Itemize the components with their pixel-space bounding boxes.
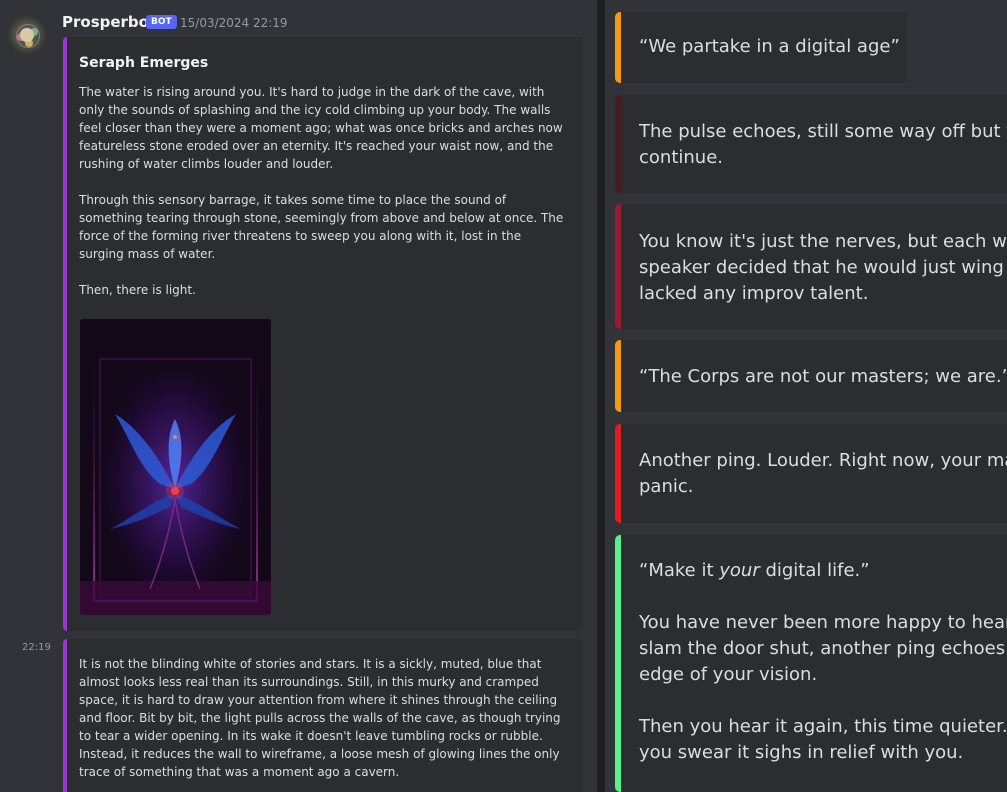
- embed-title: Seraph Emerges: [79, 55, 209, 71]
- embed-image[interactable]: [80, 319, 271, 615]
- avatar[interactable]: [7, 15, 47, 55]
- message-side-time: 22:19: [22, 642, 51, 653]
- story-embed: Seraph Emerges The water is rising aroun…: [63, 37, 583, 631]
- embed-paragraph: It is not the blinding white of stories …: [79, 657, 561, 779]
- seraph-artwork: [80, 319, 271, 615]
- bot-badge: BOT: [146, 15, 177, 29]
- card-text: edge of your vision.: [639, 664, 818, 685]
- embed-paragraph: The water is rising around you. It's har…: [79, 85, 563, 171]
- card-text: continue.: [639, 147, 723, 168]
- quote-card: The pulse echoes, still some way off but…: [615, 95, 1007, 193]
- embed-paragraph: Then, there is light.: [79, 283, 196, 297]
- message-pane: Prosperbot BOT 15/03/2024 22:19 Seraph E…: [0, 0, 597, 792]
- card-text-emphasis: your: [719, 560, 760, 581]
- card-quote-line: “Make it your digital life.”: [639, 558, 1007, 584]
- card-text: digital life.”: [759, 560, 870, 581]
- card-text: Another ping. Louder. Right now, your ma…: [639, 450, 1007, 471]
- card-text: You have never been more happy to hear t…: [639, 612, 1007, 633]
- quote-card: You know it's just the nerves, but each …: [615, 204, 1007, 329]
- story-embed-continued: It is not the blinding white of stories …: [63, 639, 583, 792]
- card-text: Then you hear it again, this time quiete…: [639, 716, 1007, 737]
- quote-card: “The Corps are not our masters; we are.”: [615, 340, 1007, 412]
- card-text: “Make it: [639, 560, 720, 581]
- embed-paragraph: Through this sensory barrage, it takes s…: [79, 193, 564, 261]
- card-text: speaker decided that he would just wing …: [639, 257, 1007, 278]
- message-timestamp: 15/03/2024 22:19: [180, 16, 288, 30]
- quote-card: Another ping. Louder. Right now, your ma…: [615, 424, 1007, 523]
- username[interactable]: Prosperbot: [62, 13, 156, 31]
- card-text: you swear it sighs in relief with you.: [639, 742, 964, 763]
- card-text: “We partake in a digital age”: [639, 36, 900, 57]
- card-text: The pulse echoes, still some way off but…: [639, 121, 1007, 142]
- quote-card: “We partake in a digital age”: [615, 12, 907, 83]
- card-text: “The Corps are not our masters; we are.”: [639, 366, 1007, 387]
- pane-divider: [597, 0, 605, 792]
- zoomed-pane: “We partake in a digital age” The pulse …: [605, 0, 1007, 792]
- card-text: lacked any improv talent.: [639, 283, 869, 304]
- card-text: You know it's just the nerves, but each …: [639, 231, 1007, 252]
- quote-card: “Make it your digital life.” You have ne…: [615, 535, 1007, 792]
- card-text: slam the door shut, another ping echoes.…: [639, 638, 1007, 659]
- card-text: panic.: [639, 476, 694, 497]
